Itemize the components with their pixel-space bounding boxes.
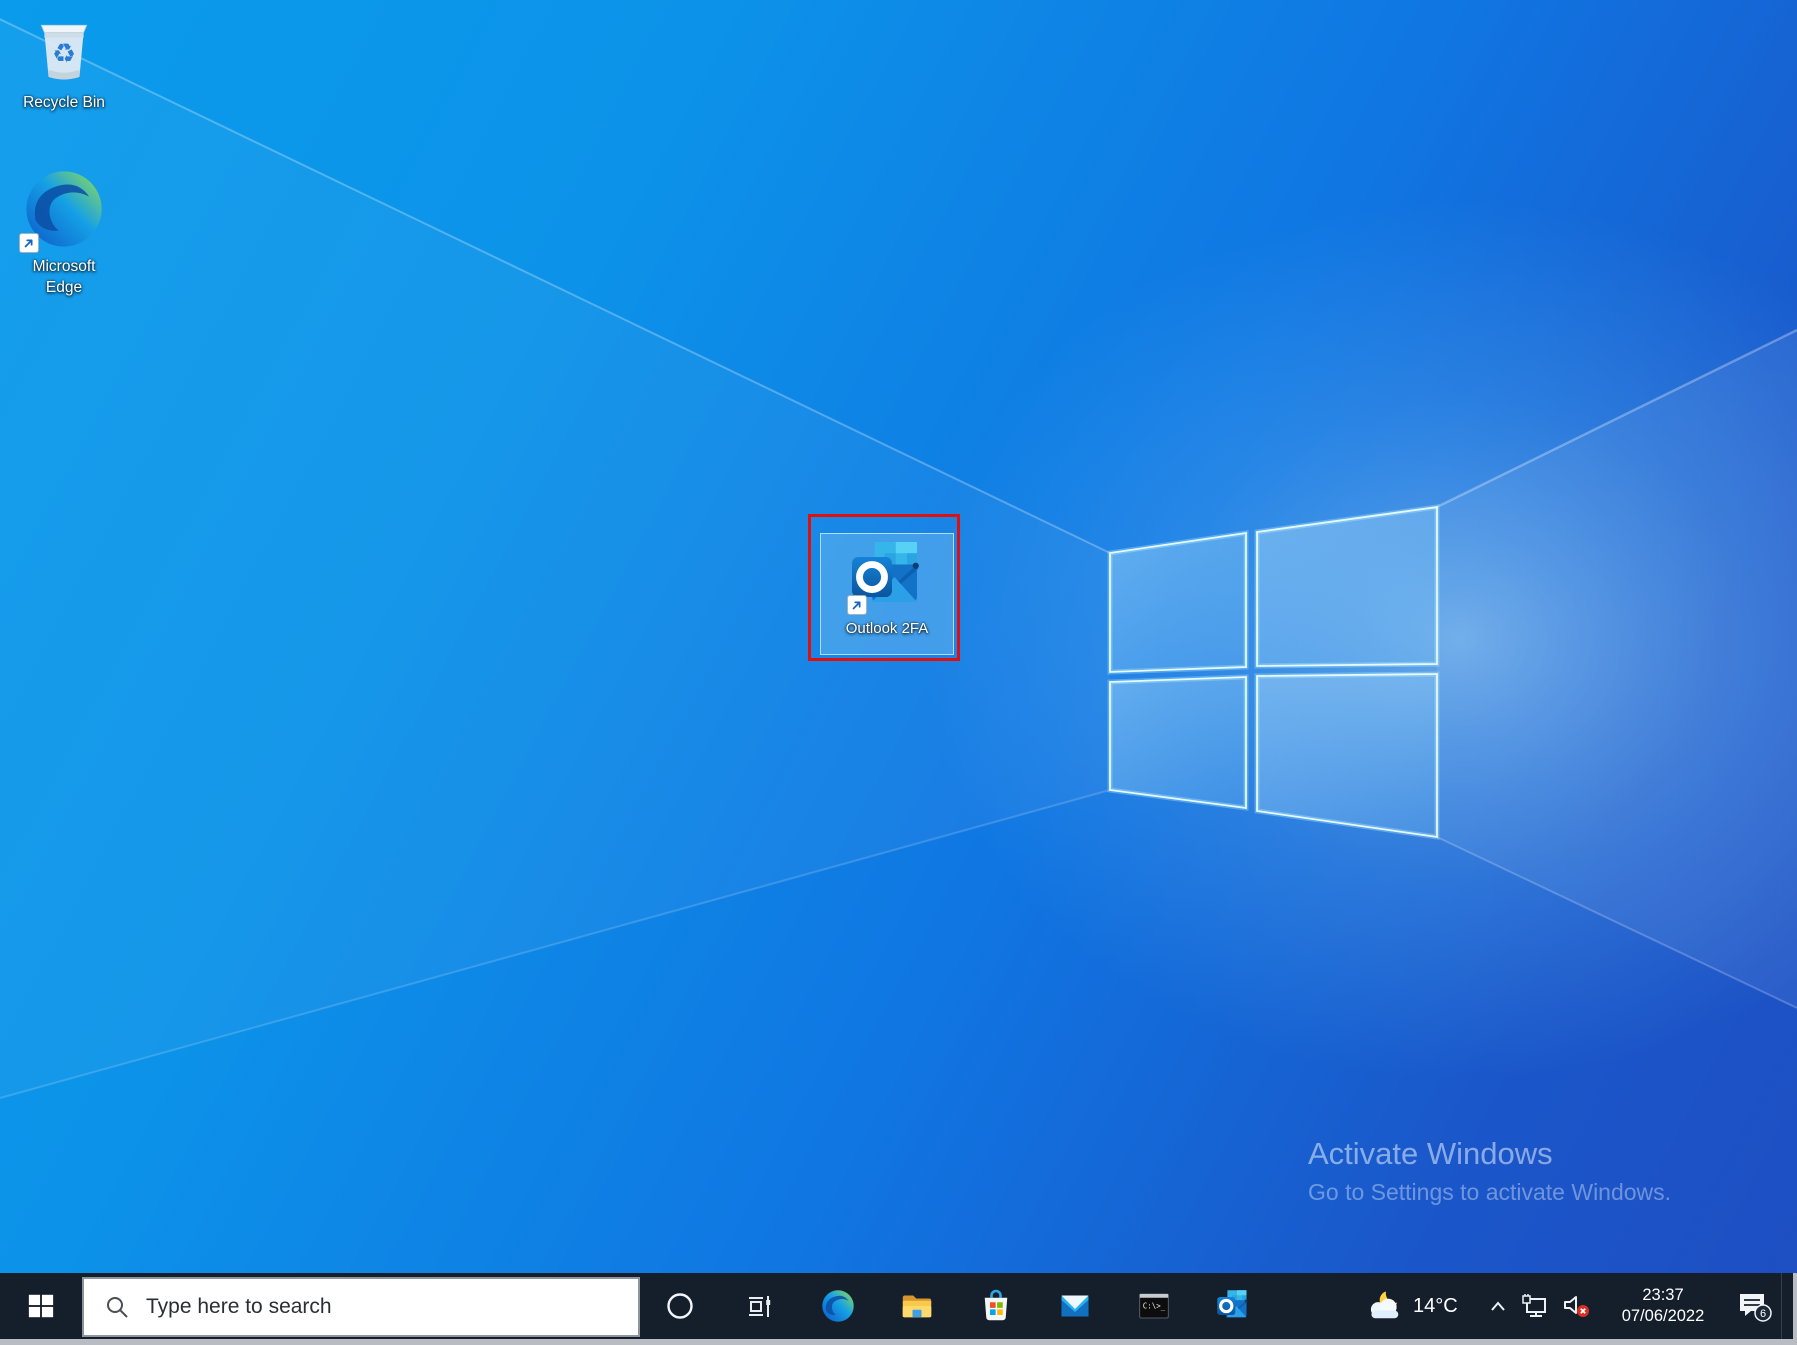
- screenshot-border-bottom: [0, 1339, 1797, 1345]
- shortcut-arrow-icon: [847, 595, 867, 615]
- temperature-label: 14°C: [1413, 1294, 1458, 1317]
- windows-start-icon: [28, 1294, 54, 1318]
- watermark-title: Activate Windows: [1308, 1136, 1553, 1171]
- clock[interactable]: 23:37 07/06/2022: [1607, 1285, 1719, 1327]
- desktop-wallpaper[interactable]: Activate Windows Go to Settings to activ…: [0, 0, 1797, 1345]
- windows-desktop: Activate Windows Go to Settings to activ…: [0, 0, 1797, 1345]
- show-desktop-button[interactable]: [1781, 1273, 1791, 1339]
- mail-button[interactable]: [1035, 1273, 1114, 1339]
- volume-muted-icon: [1564, 1296, 1589, 1317]
- recycle-bin-icon: ♻: [40, 24, 88, 80]
- partly-cloudy-night-icon: [1370, 1291, 1399, 1319]
- network-status-button[interactable]: [1515, 1292, 1555, 1320]
- command-prompt-button[interactable]: C:\>_: [1114, 1273, 1193, 1339]
- command-prompt-icon: C:\>_: [1138, 1293, 1169, 1319]
- clock-date: 07/06/2022: [1621, 1307, 1705, 1325]
- annotation-red-box: Outlook 2FA: [808, 514, 960, 661]
- mail-icon: [1061, 1295, 1088, 1317]
- notification-count-badge: 6: [1760, 1308, 1766, 1320]
- activate-windows-watermark: Activate Windows Go to Settings to activ…: [1308, 1136, 1671, 1206]
- svg-text:C:\>_: C:\>_: [1142, 1301, 1165, 1310]
- volume-button[interactable]: [1555, 1293, 1599, 1319]
- edge-icon: [821, 1290, 854, 1322]
- outlook-icon: [1215, 1288, 1249, 1319]
- taskbar-buttons: C:\>_: [640, 1273, 1272, 1339]
- search-placeholder: Type here to search: [146, 1295, 332, 1318]
- clock-time: 23:37: [1642, 1286, 1684, 1304]
- file-explorer-button[interactable]: [877, 1273, 956, 1339]
- start-button[interactable]: [0, 1273, 82, 1339]
- watermark-subtitle: Go to Settings to activate Windows.: [1308, 1179, 1672, 1205]
- recycle-symbol: ♻: [52, 38, 76, 69]
- search-icon: [107, 1297, 128, 1318]
- desktop-icon-outlook-2fa[interactable]: Outlook 2FA: [820, 533, 954, 655]
- screenshot-border-right: [1793, 1273, 1797, 1345]
- cortana-button[interactable]: [640, 1273, 719, 1339]
- desktop-icon-recycle-bin[interactable]: ♻ Recycle Bin: [8, 12, 120, 113]
- microsoft-store-icon: [984, 1289, 1007, 1321]
- action-center-button[interactable]: 6: [1727, 1287, 1781, 1325]
- shortcut-arrow-icon: [19, 233, 39, 253]
- system-tray: 14°C 23:37 07/06/2022 6: [1333, 1273, 1797, 1339]
- taskbar: Type here to search C:\>_ 14°C 23:37 07/…: [0, 1273, 1797, 1339]
- search-input[interactable]: Type here to search: [82, 1277, 640, 1337]
- icon-label: Microsoft Edge: [32, 258, 96, 296]
- tray-expand-button[interactable]: [1481, 1299, 1515, 1313]
- ethernet-network-icon: [1522, 1294, 1546, 1317]
- microsoft-store-button[interactable]: [956, 1273, 1035, 1339]
- task-view-icon: [748, 1296, 770, 1317]
- icon-label: Outlook 2FA: [845, 620, 929, 637]
- icon-label: Recycle Bin: [23, 94, 105, 111]
- desktop-icon-microsoft-edge[interactable]: Microsoft Edge: [8, 166, 120, 298]
- file-explorer-folder-icon: [902, 1295, 931, 1318]
- chevron-up-icon: [1491, 1301, 1505, 1311]
- task-view-button[interactable]: [719, 1273, 798, 1339]
- cortana-circle-icon: [666, 1293, 693, 1319]
- weather-widget[interactable]: 14°C: [1333, 1289, 1481, 1323]
- edge-button[interactable]: [798, 1273, 877, 1339]
- outlook-button[interactable]: [1193, 1273, 1272, 1339]
- action-center-icon: 6: [1740, 1294, 1772, 1322]
